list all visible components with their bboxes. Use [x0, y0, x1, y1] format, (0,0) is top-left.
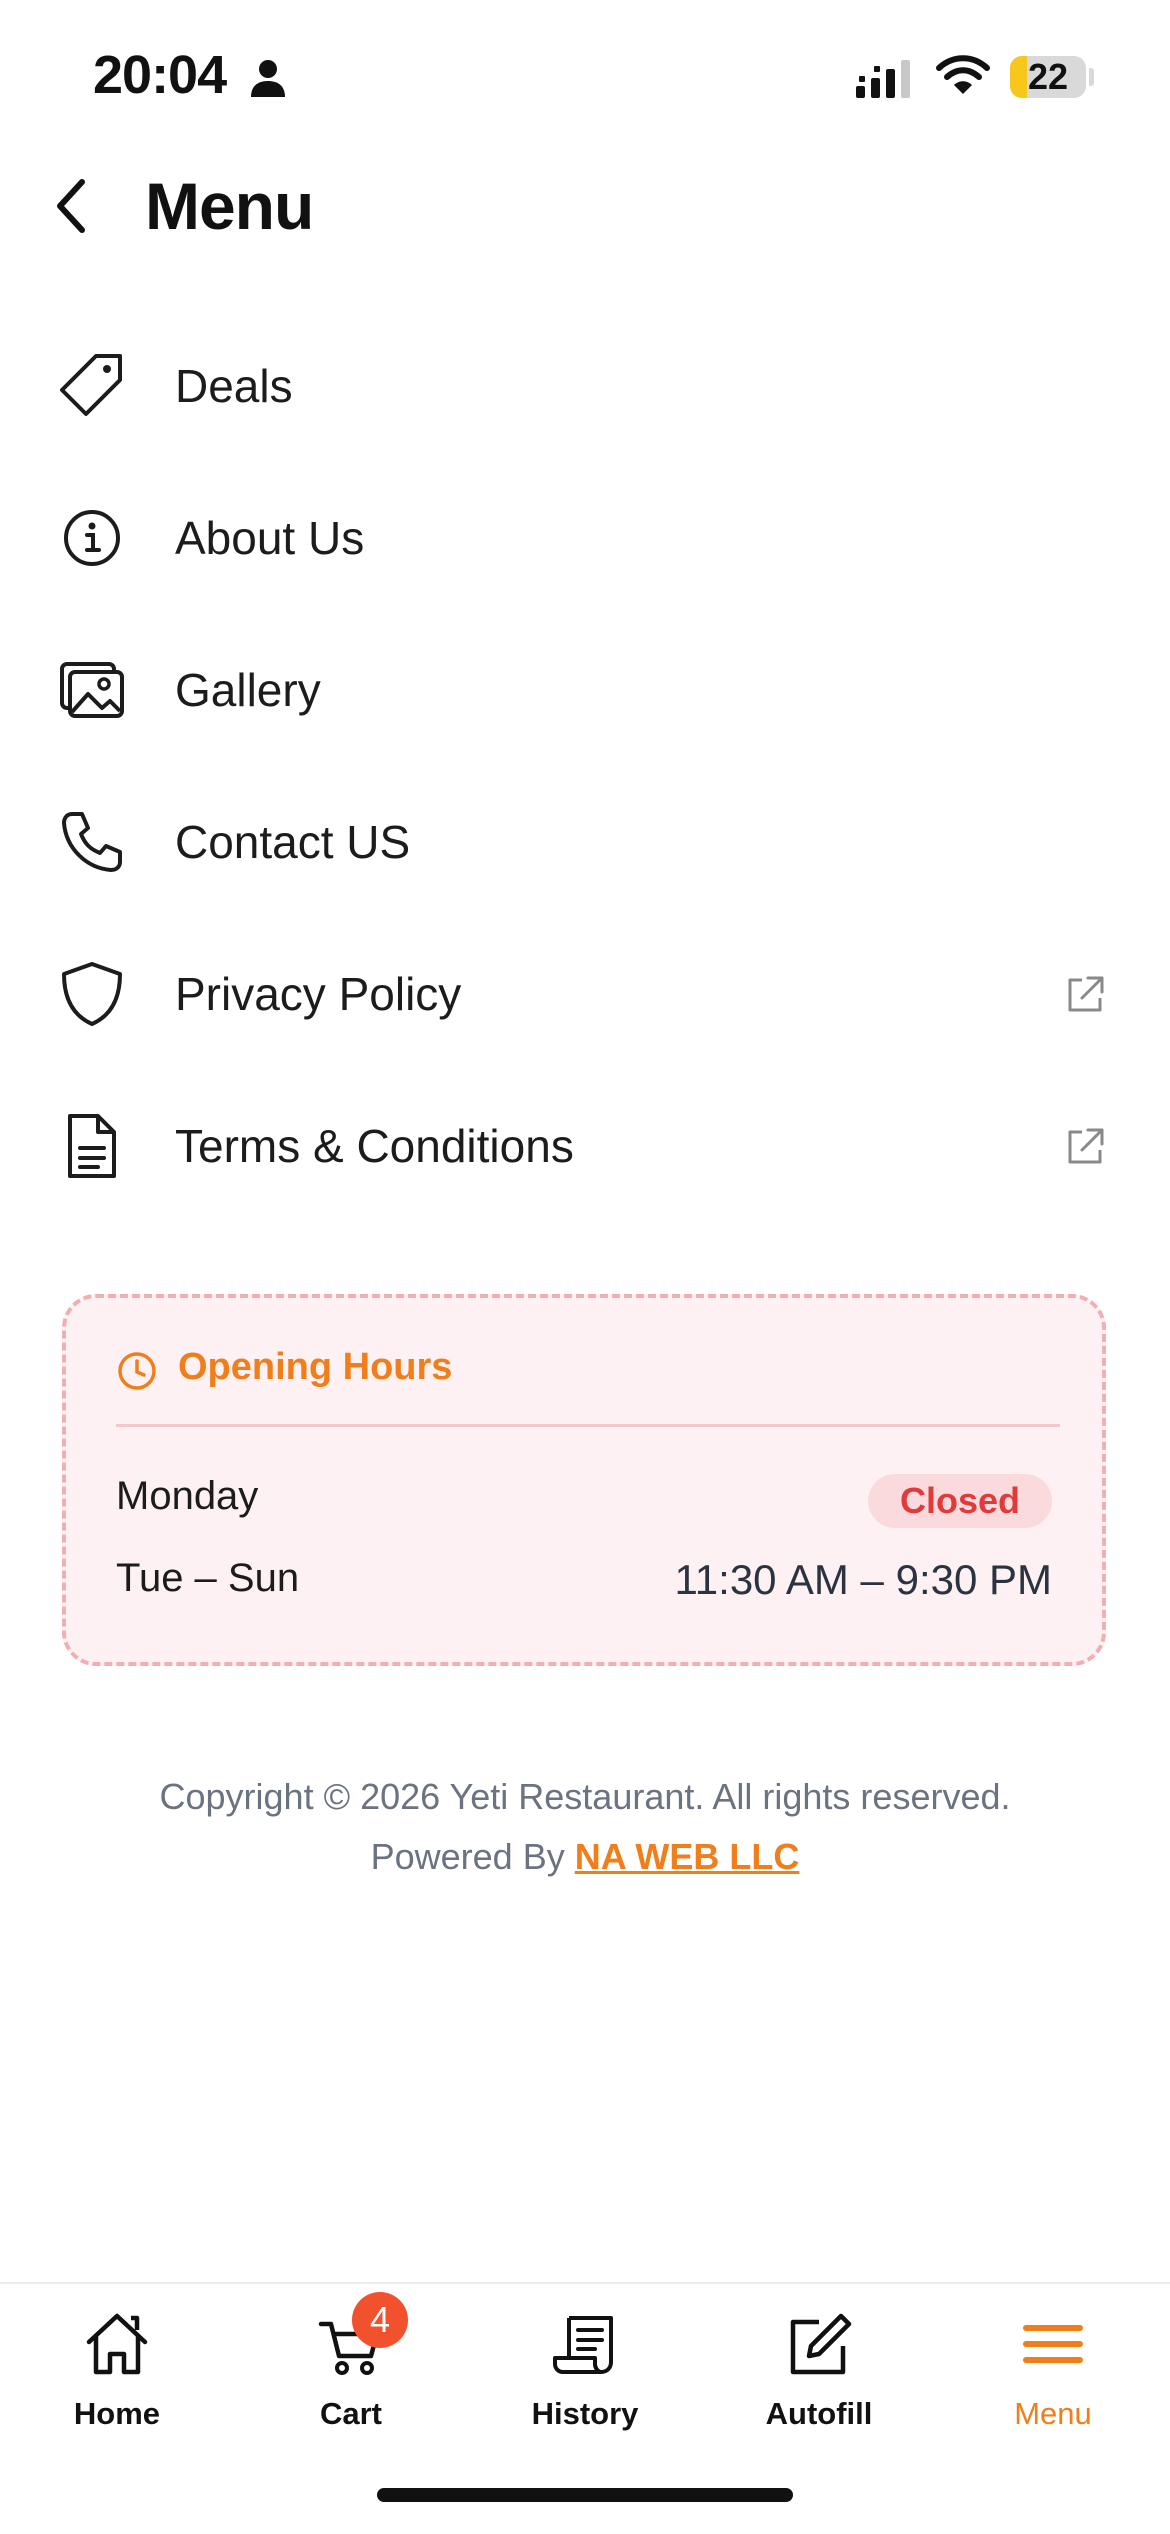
tab-label: Cart [319, 2396, 382, 2431]
menu-item-label: About Us [175, 512, 365, 564]
signal-icon [856, 60, 910, 98]
edit-icon [790, 2313, 852, 2375]
info-icon [64, 510, 120, 566]
battery-icon: 22 [1010, 56, 1086, 98]
tab-label: Menu [1014, 2396, 1092, 2431]
opening-hours-title: Opening Hours [178, 1346, 453, 1388]
wifi-icon [936, 55, 990, 94]
tab-label: Autofill [765, 2396, 873, 2431]
tag-icon [60, 354, 122, 416]
image-icon [60, 662, 124, 718]
cart-count-badge: 4 [352, 2292, 408, 2348]
day-label-monday: Monday [116, 1474, 259, 1518]
person-icon [251, 60, 285, 97]
menu-item-label: Deals [175, 360, 293, 412]
tab-history[interactable]: History [468, 2284, 702, 2434]
menu-item-label: Privacy Policy [175, 968, 462, 1020]
powered-by-prefix: Powered By [370, 1836, 565, 1877]
receipt-icon [553, 2316, 613, 2374]
menu-item-gallery[interactable]: Gallery [0, 626, 1170, 778]
tab-autofill[interactable]: Autofill [702, 2284, 936, 2434]
home-icon [86, 2313, 148, 2375]
divider [116, 1424, 1060, 1427]
opening-hours-card: Opening Hours Monday Closed Tue – Sun 11… [62, 1294, 1106, 1666]
external-link-icon [1068, 976, 1104, 1012]
phone-icon [62, 812, 122, 872]
status-bar: 20:04 22 [0, 0, 1170, 150]
powered-by-link[interactable]: NA WEB LLC [575, 1836, 800, 1877]
chevron-left-icon[interactable] [50, 176, 94, 236]
home-indicator[interactable] [377, 2488, 793, 2502]
page-title: Menu [145, 169, 314, 243]
battery-level: 22 [1027, 56, 1069, 97]
menu-item-label: Contact US [175, 816, 411, 868]
hours-range: 11:30 AM – 9:30 PM [674, 1556, 1052, 1603]
battery-nub [1089, 68, 1094, 86]
menu-item-privacy-policy[interactable]: Privacy Policy [0, 930, 1170, 1082]
copyright-text: Copyright © 2026 Yeti Restaurant. All ri… [159, 1776, 1011, 1817]
tab-label: History [531, 2396, 639, 2431]
tab-home[interactable]: Home [0, 2284, 234, 2434]
menu-list: Deals About Us Gallery Contact US Privac… [0, 322, 1170, 1234]
clock-icon [118, 1352, 156, 1390]
status-badge: Closed [867, 1474, 1052, 1528]
shield-icon [62, 962, 122, 1026]
tab-cart[interactable]: 4 Cart [234, 2284, 468, 2434]
menu-item-label: Terms & Conditions [175, 1120, 574, 1172]
menu-item-terms-conditions[interactable]: Terms & Conditions [0, 1082, 1170, 1234]
document-icon [68, 1114, 116, 1178]
tab-menu[interactable]: Menu [936, 2284, 1170, 2434]
status-time: 20:04 [93, 45, 227, 105]
menu-item-contact-us[interactable]: Contact US [0, 778, 1170, 930]
powered-by: Powered By NA WEB LLC [0, 1836, 1170, 1878]
menu-item-about-us[interactable]: About Us [0, 474, 1170, 626]
menu-item-label: Gallery [175, 664, 321, 716]
menu-item-deals[interactable]: Deals [0, 322, 1170, 474]
day-label-tue-sun: Tue – Sun [116, 1556, 300, 1600]
tab-label: Home [73, 2396, 161, 2431]
hamburger-icon [1023, 2325, 1083, 2363]
external-link-icon [1068, 1128, 1104, 1164]
